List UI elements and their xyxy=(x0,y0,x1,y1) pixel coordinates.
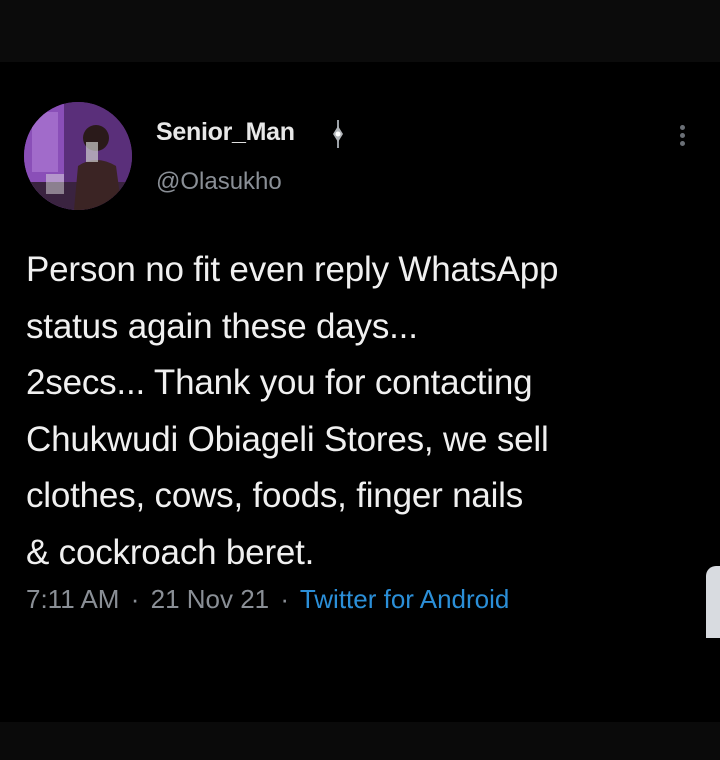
edge-strip xyxy=(706,566,720,638)
tweet-text: Person no fit even reply WhatsApp status… xyxy=(26,242,696,581)
meta-separator: · xyxy=(130,584,140,614)
tweet-source-link[interactable]: Twitter for Android xyxy=(300,584,510,614)
tweet-text-line: Person no fit even reply WhatsApp xyxy=(26,250,559,289)
tweet-text-line: status again these days... xyxy=(26,306,418,346)
tweet-date[interactable]: 21 Nov 21 xyxy=(151,584,270,614)
tweet-text-line: 2secs... Thank you for contacting xyxy=(26,363,533,402)
display-name[interactable]: Senior_Man xyxy=(156,118,295,147)
bottom-band xyxy=(0,722,720,760)
meta-separator: · xyxy=(280,584,290,614)
tweet-text-line: & cockroach beret. xyxy=(26,532,315,572)
tweet-text-line: clothes, cows, foods, finger nails xyxy=(26,476,524,515)
handle[interactable]: @Olasukho xyxy=(156,168,282,196)
avatar-photo xyxy=(24,102,132,210)
more-options-icon[interactable] xyxy=(670,122,694,154)
tweet-meta: 7:11 AM · 21 Nov 21 · Twitter for Androi… xyxy=(26,584,509,615)
top-band xyxy=(0,0,720,62)
badge-icon xyxy=(333,120,343,148)
tweet-time[interactable]: 7:11 AM xyxy=(26,584,119,614)
avatar[interactable] xyxy=(24,102,132,210)
tweet-text-line: Chukwudi Obiageli Stores, we sell xyxy=(26,419,549,459)
more-dot xyxy=(679,141,685,146)
more-dot xyxy=(679,125,685,130)
more-dot xyxy=(679,133,685,138)
tweet-card: Senior_Man @Olasukho Person no fit even … xyxy=(0,62,720,722)
